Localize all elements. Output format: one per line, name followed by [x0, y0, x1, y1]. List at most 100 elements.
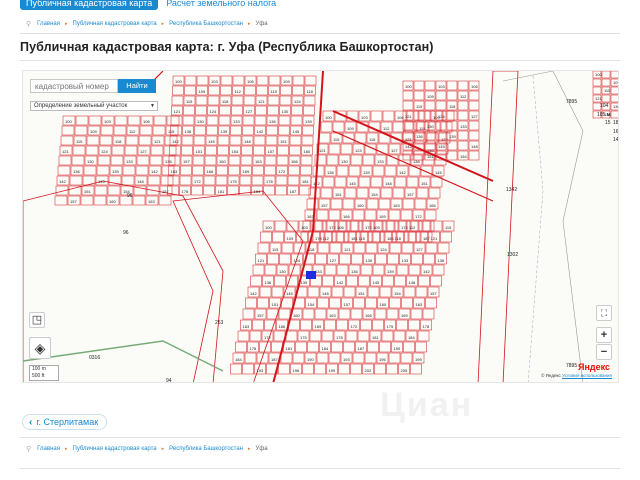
- parcel-outline: [364, 209, 377, 221]
- breadcrumb-region[interactable]: Республика Башкортостан: [169, 21, 243, 27]
- mode-select[interactable]: Определение земельный участок ▼: [30, 101, 158, 111]
- parcel-outline: [302, 125, 314, 136]
- parcel-outline: [191, 185, 203, 196]
- parcel-number: 130: [613, 104, 619, 109]
- ruler-icon[interactable]: ◳: [29, 312, 45, 328]
- parcel-outline: [242, 115, 255, 126]
- parcel-outline: [329, 297, 341, 309]
- parcel-outline: [316, 209, 329, 221]
- tab-land-tax[interactable]: Расчет земельного налога: [166, 0, 276, 10]
- parcel-outline: [74, 125, 88, 136]
- cadastral-map[interactable]: 100 103 106 109 112 115 115 118 121 121 124 127 130 1…: [22, 70, 619, 383]
- parcel-outline: [346, 220, 359, 232]
- zoom-in-button[interactable]: +: [596, 327, 612, 343]
- parcel-number: 130: [197, 119, 204, 124]
- parcel-number: 136: [185, 129, 192, 134]
- parcel-outline: [367, 286, 380, 298]
- parcel-number: 142: [151, 169, 158, 174]
- parcel-outline: [60, 135, 74, 146]
- parcel-outline: [328, 352, 341, 364]
- parcel-outline: [457, 110, 469, 121]
- parcel-outline: [184, 85, 196, 96]
- parcel-outline: [267, 253, 279, 265]
- river-line: [502, 71, 584, 382]
- parcel-number: 139: [305, 119, 312, 124]
- parcel-outline: [86, 135, 100, 146]
- parcel-outline: [271, 286, 284, 298]
- parcel-outline: [430, 275, 442, 287]
- terms-link[interactable]: Условия использования: [562, 373, 612, 378]
- parcel-number: 127: [140, 149, 147, 154]
- parcel-outline: [334, 176, 347, 188]
- parcel-number: 184: [387, 236, 394, 241]
- parcel-outline: [279, 95, 292, 106]
- parcel-number: 148: [385, 181, 392, 186]
- parcel-outline: [220, 75, 233, 86]
- parcel-number: 172: [329, 225, 336, 230]
- parcel-number: 136: [165, 159, 172, 164]
- parcel-outline: [457, 130, 469, 141]
- parcel-number: 106: [397, 115, 404, 120]
- parcel-outline: [610, 86, 618, 95]
- parcel-outline: [413, 90, 425, 101]
- parcel-outline: [300, 319, 312, 331]
- parcel-outline: [147, 175, 161, 186]
- parcel-outline: [330, 198, 343, 210]
- parcel-outline: [181, 135, 194, 146]
- parcel-number: 151: [280, 139, 287, 144]
- parcel-outline: [83, 165, 97, 176]
- parcel-number: 121: [595, 96, 602, 101]
- breadcrumb-home[interactable]: Главная: [37, 446, 60, 452]
- parcel-number: 145: [293, 129, 300, 134]
- chevron-right-icon: ▸: [248, 446, 251, 452]
- parcel-outline: [417, 330, 430, 342]
- parcel-outline: [446, 140, 458, 151]
- parcel-outline: [69, 175, 83, 186]
- parcel-number: 109: [347, 126, 354, 131]
- breadcrumb-cadastral-map[interactable]: Публичная кадастровая карта: [73, 21, 157, 27]
- parcel-number: 178: [423, 324, 430, 329]
- parcel-number: 145: [98, 179, 105, 184]
- parcel-outline: [229, 135, 242, 146]
- parcel-number: 160: [219, 159, 226, 164]
- parcel-outline: [253, 135, 266, 146]
- parcel-outline: [425, 242, 438, 254]
- breadcrumb-cadastral-map[interactable]: Публичная кадастровая карта: [73, 446, 157, 452]
- parcel-outline: [394, 176, 407, 188]
- parcel-outline: [370, 110, 383, 122]
- parcel-outline: [339, 253, 351, 265]
- parcel-outline: [183, 105, 195, 116]
- parcel-outline: [230, 125, 242, 136]
- parcel-number: 178: [182, 189, 189, 194]
- parcel-outline: [192, 155, 205, 166]
- parcel-number: 145: [435, 170, 442, 175]
- tab-cadastral-map[interactable]: Публичная кадастровая карта: [20, 0, 159, 10]
- parcel-outline: [244, 85, 256, 96]
- parcel-outline: [100, 125, 114, 136]
- parcel-number: 151: [421, 181, 428, 186]
- search-button[interactable]: Найти: [118, 79, 156, 93]
- parcel-number: 127: [330, 258, 337, 263]
- parcel-number: 160: [109, 199, 116, 204]
- cadastral-number-input[interactable]: [30, 79, 118, 93]
- parcel-outline: [410, 308, 423, 320]
- parcel-outline: [255, 105, 267, 116]
- parcel-number: 133: [377, 159, 384, 164]
- zoom-out-button[interactable]: −: [596, 344, 612, 360]
- parcel-layer[interactable]: 100 103 106109 112 115115 118 121121 124 127130 1…: [23, 71, 619, 383]
- parcel-outline: [228, 165, 240, 176]
- breadcrumb-region[interactable]: Республика Башкортостан: [169, 446, 243, 452]
- parcel-outline: [336, 319, 348, 331]
- parcel-outline: [205, 145, 217, 156]
- parcel-outline: [352, 209, 365, 221]
- layers-icon[interactable]: ◈: [29, 337, 51, 359]
- breadcrumb-home[interactable]: Главная: [37, 21, 60, 27]
- parcel-outline: [252, 264, 265, 276]
- parcel-outline: [403, 286, 416, 298]
- parcel-number: 151: [84, 189, 91, 194]
- parcel-outline: [365, 297, 377, 309]
- fullscreen-icon[interactable]: ⛶: [596, 305, 612, 321]
- prev-city-button[interactable]: ‹ г. Стерлитамак: [22, 414, 108, 430]
- parcel-outline: [378, 198, 391, 210]
- parcel-outline: [415, 341, 427, 353]
